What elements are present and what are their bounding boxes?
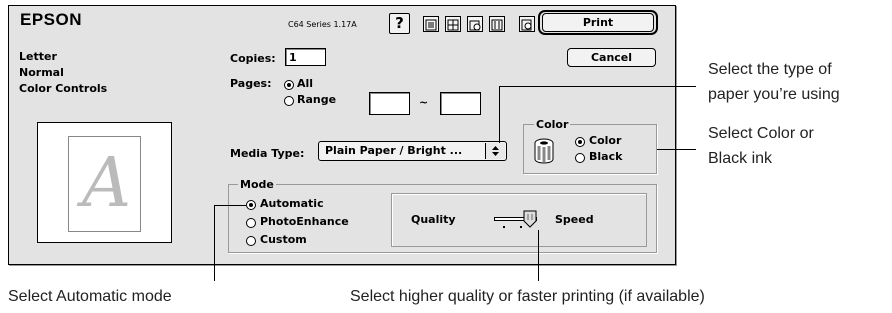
preview-letter: A	[82, 144, 132, 223]
slider-tick	[503, 226, 505, 228]
pages-range-radio[interactable]	[284, 96, 294, 106]
epson-logo: EPSON	[20, 10, 83, 29]
ink-cartridge-icon	[532, 136, 558, 170]
driver-version: C64 Series 1.17A	[288, 20, 357, 29]
automatic-callout-horizontal	[214, 205, 246, 206]
preview-icon[interactable]	[519, 16, 535, 32]
color-callout-line	[657, 149, 696, 150]
summary-color-controls: Color Controls	[19, 82, 108, 95]
annotation-automatic: Select Automatic mode	[8, 288, 172, 305]
paper-type-callout-horizontal	[499, 86, 696, 87]
automatic-callout-vertical	[214, 205, 215, 281]
popup-arrows-icon	[485, 143, 505, 159]
mode-option-custom: Custom	[260, 233, 307, 246]
copies-field[interactable]: 1	[285, 48, 326, 66]
media-type-value: Plain Paper / Bright ...	[325, 144, 463, 157]
color-option-color: Color	[589, 134, 622, 147]
speed-label: Speed	[555, 213, 594, 226]
range-from-field[interactable]	[369, 92, 410, 115]
color-option-black: Black	[589, 150, 623, 163]
summary-quality: Normal	[19, 66, 64, 79]
copies-label: Copies:	[230, 52, 276, 65]
mode-radio-photoenhance[interactable]	[246, 218, 256, 228]
quality-callout-vertical	[538, 230, 539, 281]
cancel-button[interactable]: Cancel	[567, 48, 656, 67]
range-separator: ~	[419, 96, 429, 109]
paper-settings-icon[interactable]	[423, 16, 439, 32]
utility-icon[interactable]	[489, 16, 505, 32]
range-to-field[interactable]	[440, 92, 481, 115]
pages-all-label: All	[297, 77, 314, 90]
annotation-paper-type-line1: Select the type of	[708, 61, 832, 78]
mode-option-automatic: Automatic	[260, 197, 324, 210]
print-button[interactable]: Print	[542, 13, 654, 32]
mode-option-photoenhance: PhotoEnhance	[260, 215, 349, 228]
quality-slider-thumb[interactable]	[523, 210, 537, 232]
color-radio-color[interactable]	[575, 137, 585, 147]
annotation-color-line1: Select Color or	[708, 125, 814, 142]
media-type-select[interactable]: Plain Paper / Bright ...	[318, 141, 507, 161]
help-icon[interactable]: ?	[389, 13, 410, 34]
summary-paper-size: Letter	[19, 50, 57, 63]
pages-all-radio[interactable]	[284, 80, 294, 90]
annotation-color-line2: Black ink	[708, 150, 773, 167]
pages-label: Pages:	[230, 77, 272, 90]
annotation-quality: Select higher quality or faster printing…	[350, 288, 705, 305]
media-type-label: Media Type:	[230, 147, 305, 160]
mode-group-legend: Mode	[238, 178, 276, 191]
paper-type-callout-vertical	[499, 86, 500, 143]
color-group-legend: Color	[534, 118, 571, 131]
quality-label: Quality	[411, 213, 456, 226]
pages-range-label: Range	[297, 93, 337, 106]
color-radio-black[interactable]	[575, 153, 585, 163]
mode-radio-automatic[interactable]	[246, 200, 256, 210]
slider-tick	[520, 226, 522, 228]
mode-radio-custom[interactable]	[246, 236, 256, 246]
background-print-icon[interactable]	[467, 16, 483, 32]
annotation-paper-type-line2: paper you’re using	[708, 86, 840, 103]
layout-icon[interactable]	[445, 16, 461, 32]
